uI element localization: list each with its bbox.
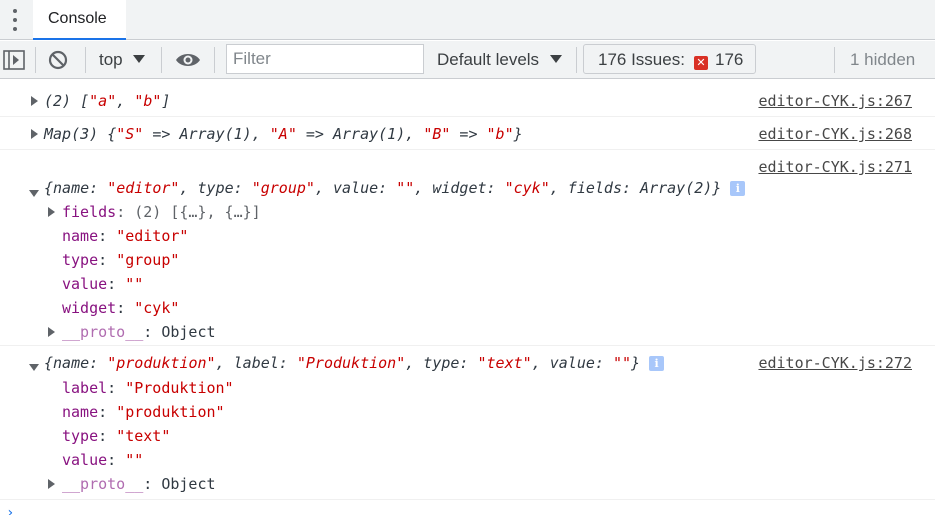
source-link[interactable]: editor-CYK.js:268 — [758, 125, 912, 143]
expand-triangle-icon[interactable] — [48, 327, 55, 337]
console-message[interactable]: {name: "produktion", label: "Produktion"… — [0, 346, 935, 500]
property-row[interactable]: fields: (2) [{…}, {…}] — [62, 203, 261, 221]
info-icon[interactable]: i — [730, 181, 746, 196]
chevron-down-icon — [549, 55, 562, 63]
console-toolbar: top Filter Default levels 176 Issues: ✕ … — [0, 41, 935, 79]
expand-triangle-icon[interactable] — [31, 129, 38, 139]
console-message[interactable]: Map(3) {"S" => Array(1), "A" => Array(1)… — [0, 117, 935, 150]
info-icon[interactable]: i — [649, 356, 665, 371]
console-prompt-icon[interactable]: › — [6, 505, 14, 515]
property-row: name: "editor" — [62, 227, 189, 245]
clear-console-icon[interactable] — [47, 49, 69, 76]
proto-row[interactable]: __proto__: Object — [62, 323, 216, 341]
tab-console[interactable]: Console — [33, 0, 126, 40]
source-link[interactable]: editor-CYK.js:271 — [758, 158, 912, 176]
object-summary[interactable]: {name: "produktion", label: "Produktion"… — [44, 354, 665, 372]
console-messages: (2) ["a", "b"] editor-CYK.js:267 Map(3) … — [0, 80, 935, 515]
expand-triangle-icon[interactable] — [48, 207, 55, 217]
collapse-triangle-icon[interactable] — [29, 364, 39, 371]
expand-triangle-icon[interactable] — [31, 96, 38, 106]
property-row: value: "" — [62, 275, 144, 293]
chevron-down-icon — [133, 55, 146, 63]
drawer-tab-bar: Console — [0, 0, 935, 40]
console-message[interactable]: (2) ["a", "b"] editor-CYK.js:267 — [0, 80, 935, 117]
log-levels-label: Default levels — [437, 50, 540, 69]
context-label: top — [99, 50, 123, 69]
more-options-icon[interactable] — [11, 9, 19, 31]
collapse-triangle-icon[interactable] — [29, 190, 39, 197]
property-row: type: "text" — [62, 427, 171, 445]
property-row: value: "" — [62, 451, 144, 469]
log-levels-dropdown[interactable]: Default levels — [437, 50, 562, 70]
context-selector[interactable]: top — [99, 50, 146, 70]
source-link[interactable]: editor-CYK.js:272 — [758, 354, 912, 372]
source-link[interactable]: editor-CYK.js:267 — [758, 92, 912, 110]
object-summary[interactable]: {name: "editor", type: "group", value: "… — [44, 179, 746, 197]
issues-count: 176 — [715, 50, 744, 69]
proto-row[interactable]: __proto__: Object — [62, 475, 216, 493]
property-row: type: "group" — [62, 251, 180, 269]
error-icon: ✕ — [694, 51, 708, 71]
hidden-count: 1 hidden — [850, 50, 916, 69]
tab-console-label: Console — [48, 10, 107, 27]
console-message[interactable]: editor-CYK.js:271 {name: "editor", type:… — [0, 150, 935, 346]
property-row: name: "produktion" — [62, 403, 225, 421]
show-sidebar-icon[interactable] — [3, 50, 25, 75]
issues-label: 176 Issues: — [598, 50, 685, 69]
map-preview[interactable]: Map(3) {"S" => Array(1), "A" => Array(1)… — [44, 125, 523, 143]
issues-button[interactable]: 176 Issues: ✕ 176 — [583, 44, 756, 74]
live-expression-eye-icon[interactable] — [175, 51, 201, 74]
property-row: widget: "cyk" — [62, 299, 180, 317]
array-preview[interactable]: (2) ["a", "b"] — [44, 92, 170, 110]
expand-triangle-icon[interactable] — [48, 479, 55, 489]
filter-input[interactable]: Filter — [226, 44, 424, 74]
property-row: label: "Produktion" — [62, 379, 234, 397]
